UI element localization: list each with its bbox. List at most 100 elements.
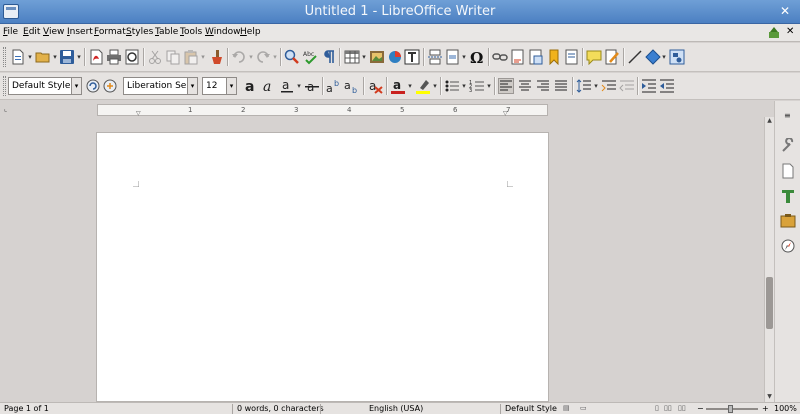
strikethrough-icon[interactable]: a xyxy=(304,78,320,94)
font-name-select[interactable]: Liberation Serif ▾ xyxy=(123,77,198,95)
font-size-select[interactable]: 12 ▾ xyxy=(202,77,237,95)
insert-cross-reference-icon[interactable] xyxy=(564,49,580,65)
open-dropdown[interactable]: ▾ xyxy=(52,49,58,65)
menu-format[interactable]: Format xyxy=(94,27,126,37)
save-dropdown[interactable]: ▾ xyxy=(76,49,82,65)
gallery-icon[interactable] xyxy=(780,213,796,229)
properties-icon[interactable] xyxy=(780,138,796,154)
insert-chart-icon[interactable] xyxy=(387,49,403,65)
insert-footnote-icon[interactable] xyxy=(510,49,526,65)
menu-table[interactable]: Table xyxy=(155,27,178,37)
chevron-down-icon[interactable]: ▾ xyxy=(71,78,81,94)
basic-shapes-icon[interactable] xyxy=(645,49,661,65)
insert-hyperlink-icon[interactable] xyxy=(492,49,508,65)
increase-indent-icon[interactable] xyxy=(641,78,657,94)
highlighting-dropdown[interactable]: ▾ xyxy=(432,78,438,94)
single-page-view-icon[interactable]: ▯ xyxy=(655,404,659,412)
new-document-icon[interactable] xyxy=(10,49,26,65)
special-character-icon[interactable]: Ω xyxy=(469,49,485,65)
shapes-dropdown[interactable]: ▾ xyxy=(661,49,667,65)
page-icon[interactable] xyxy=(780,163,796,179)
font-color-icon[interactable]: a xyxy=(390,78,406,94)
multi-page-view-icon[interactable]: ▯▯ xyxy=(664,404,672,412)
window-close-button[interactable]: ✕ xyxy=(776,3,794,20)
page-count[interactable]: Page 1 of 1 xyxy=(4,404,49,413)
clear-formatting-icon[interactable]: a xyxy=(367,78,383,94)
update-available-icon[interactable] xyxy=(768,27,780,39)
menu-view[interactable]: View xyxy=(43,27,64,37)
menu-styles[interactable]: Styles xyxy=(126,27,153,37)
page-style-indicator[interactable]: Default Style xyxy=(505,404,557,413)
bold-icon[interactable]: a xyxy=(243,78,259,94)
chevron-down-icon[interactable]: ▾ xyxy=(187,78,197,94)
menu-insert[interactable]: Insert xyxy=(67,27,93,37)
book-view-icon[interactable]: ▯▯ xyxy=(678,404,686,412)
menu-edit[interactable]: Edit xyxy=(23,27,40,37)
insert-image-icon[interactable] xyxy=(369,49,385,65)
navigator-icon[interactable] xyxy=(780,238,796,254)
vertical-scrollbar[interactable]: ▲ ▼ xyxy=(764,117,774,402)
scrollbar-thumb[interactable] xyxy=(766,277,773,329)
sidebar-menu-icon[interactable]: ≡ xyxy=(784,111,791,120)
insert-text-box-icon[interactable] xyxy=(404,49,420,65)
clone-formatting-icon[interactable] xyxy=(208,49,224,65)
increase-paragraph-spacing-icon[interactable] xyxy=(601,78,617,94)
paste-icon[interactable] xyxy=(183,49,199,65)
bullet-list-dropdown[interactable]: ▾ xyxy=(461,78,467,94)
draw-functions-icon[interactable] xyxy=(669,49,685,65)
font-color-dropdown[interactable]: ▾ xyxy=(407,78,413,94)
spelling-icon[interactable]: Abc xyxy=(303,49,319,65)
open-folder-icon[interactable] xyxy=(35,49,51,65)
undo-icon[interactable] xyxy=(231,49,247,65)
scroll-up-arrow[interactable]: ▲ xyxy=(765,117,774,126)
underline-dropdown[interactable]: ▾ xyxy=(296,78,302,94)
redo-icon[interactable] xyxy=(255,49,271,65)
document-page[interactable] xyxy=(96,132,549,402)
table-dropdown[interactable]: ▾ xyxy=(361,49,367,65)
insert-page-break-icon[interactable] xyxy=(427,49,443,65)
zoom-level[interactable]: 100% xyxy=(774,404,797,413)
styles-icon[interactable] xyxy=(780,188,796,204)
cut-icon[interactable] xyxy=(147,49,163,65)
print-preview-icon[interactable] xyxy=(124,49,140,65)
new-dropdown[interactable]: ▾ xyxy=(27,49,33,65)
redo-dropdown[interactable]: ▾ xyxy=(272,49,278,65)
copy-icon[interactable] xyxy=(165,49,181,65)
undo-dropdown[interactable]: ▾ xyxy=(248,49,254,65)
update-style-icon[interactable] xyxy=(85,78,101,94)
save-icon[interactable] xyxy=(59,49,75,65)
decrease-paragraph-spacing-icon[interactable] xyxy=(619,78,635,94)
numbered-list-icon[interactable]: 123 xyxy=(469,78,485,94)
close-document-button[interactable]: ✕ xyxy=(786,26,798,38)
zoom-slider-knob[interactable] xyxy=(728,405,733,413)
menu-tools[interactable]: Tools xyxy=(180,27,202,37)
line-spacing-dropdown[interactable]: ▾ xyxy=(593,78,599,94)
numbered-list-dropdown[interactable]: ▾ xyxy=(486,78,492,94)
word-count[interactable]: 0 words, 0 characters xyxy=(237,404,324,413)
line-spacing-icon[interactable] xyxy=(576,78,592,94)
bullet-list-icon[interactable] xyxy=(444,78,460,94)
right-indent-marker[interactable]: ▽ xyxy=(503,110,508,117)
insert-endnote-icon[interactable] xyxy=(528,49,544,65)
insert-comment-icon[interactable] xyxy=(586,49,602,65)
insert-field-icon[interactable] xyxy=(445,49,461,65)
tab-stop-selector[interactable]: ⌞ xyxy=(4,105,7,113)
left-indent-marker[interactable]: ▽ xyxy=(136,110,141,117)
paste-dropdown[interactable]: ▾ xyxy=(200,49,206,65)
underline-icon[interactable]: a xyxy=(279,78,295,94)
chevron-down-icon[interactable]: ▾ xyxy=(226,78,236,94)
track-changes-icon[interactable] xyxy=(604,49,620,65)
insert-mode-icon[interactable]: ▤ xyxy=(563,404,570,412)
toolbar-grip[interactable] xyxy=(3,47,6,67)
zoom-out-button[interactable]: − xyxy=(697,404,704,413)
italic-icon[interactable]: a xyxy=(261,78,277,94)
insert-line-icon[interactable] xyxy=(627,49,643,65)
export-pdf-icon[interactable] xyxy=(88,49,104,65)
field-dropdown[interactable]: ▾ xyxy=(461,49,467,65)
justify-icon[interactable] xyxy=(553,78,569,94)
zoom-in-button[interactable]: + xyxy=(762,404,769,413)
insert-table-icon[interactable] xyxy=(344,49,360,65)
superscript-icon[interactable]: ab xyxy=(326,78,342,94)
highlighting-icon[interactable] xyxy=(415,78,431,94)
decrease-indent-icon[interactable] xyxy=(659,78,675,94)
